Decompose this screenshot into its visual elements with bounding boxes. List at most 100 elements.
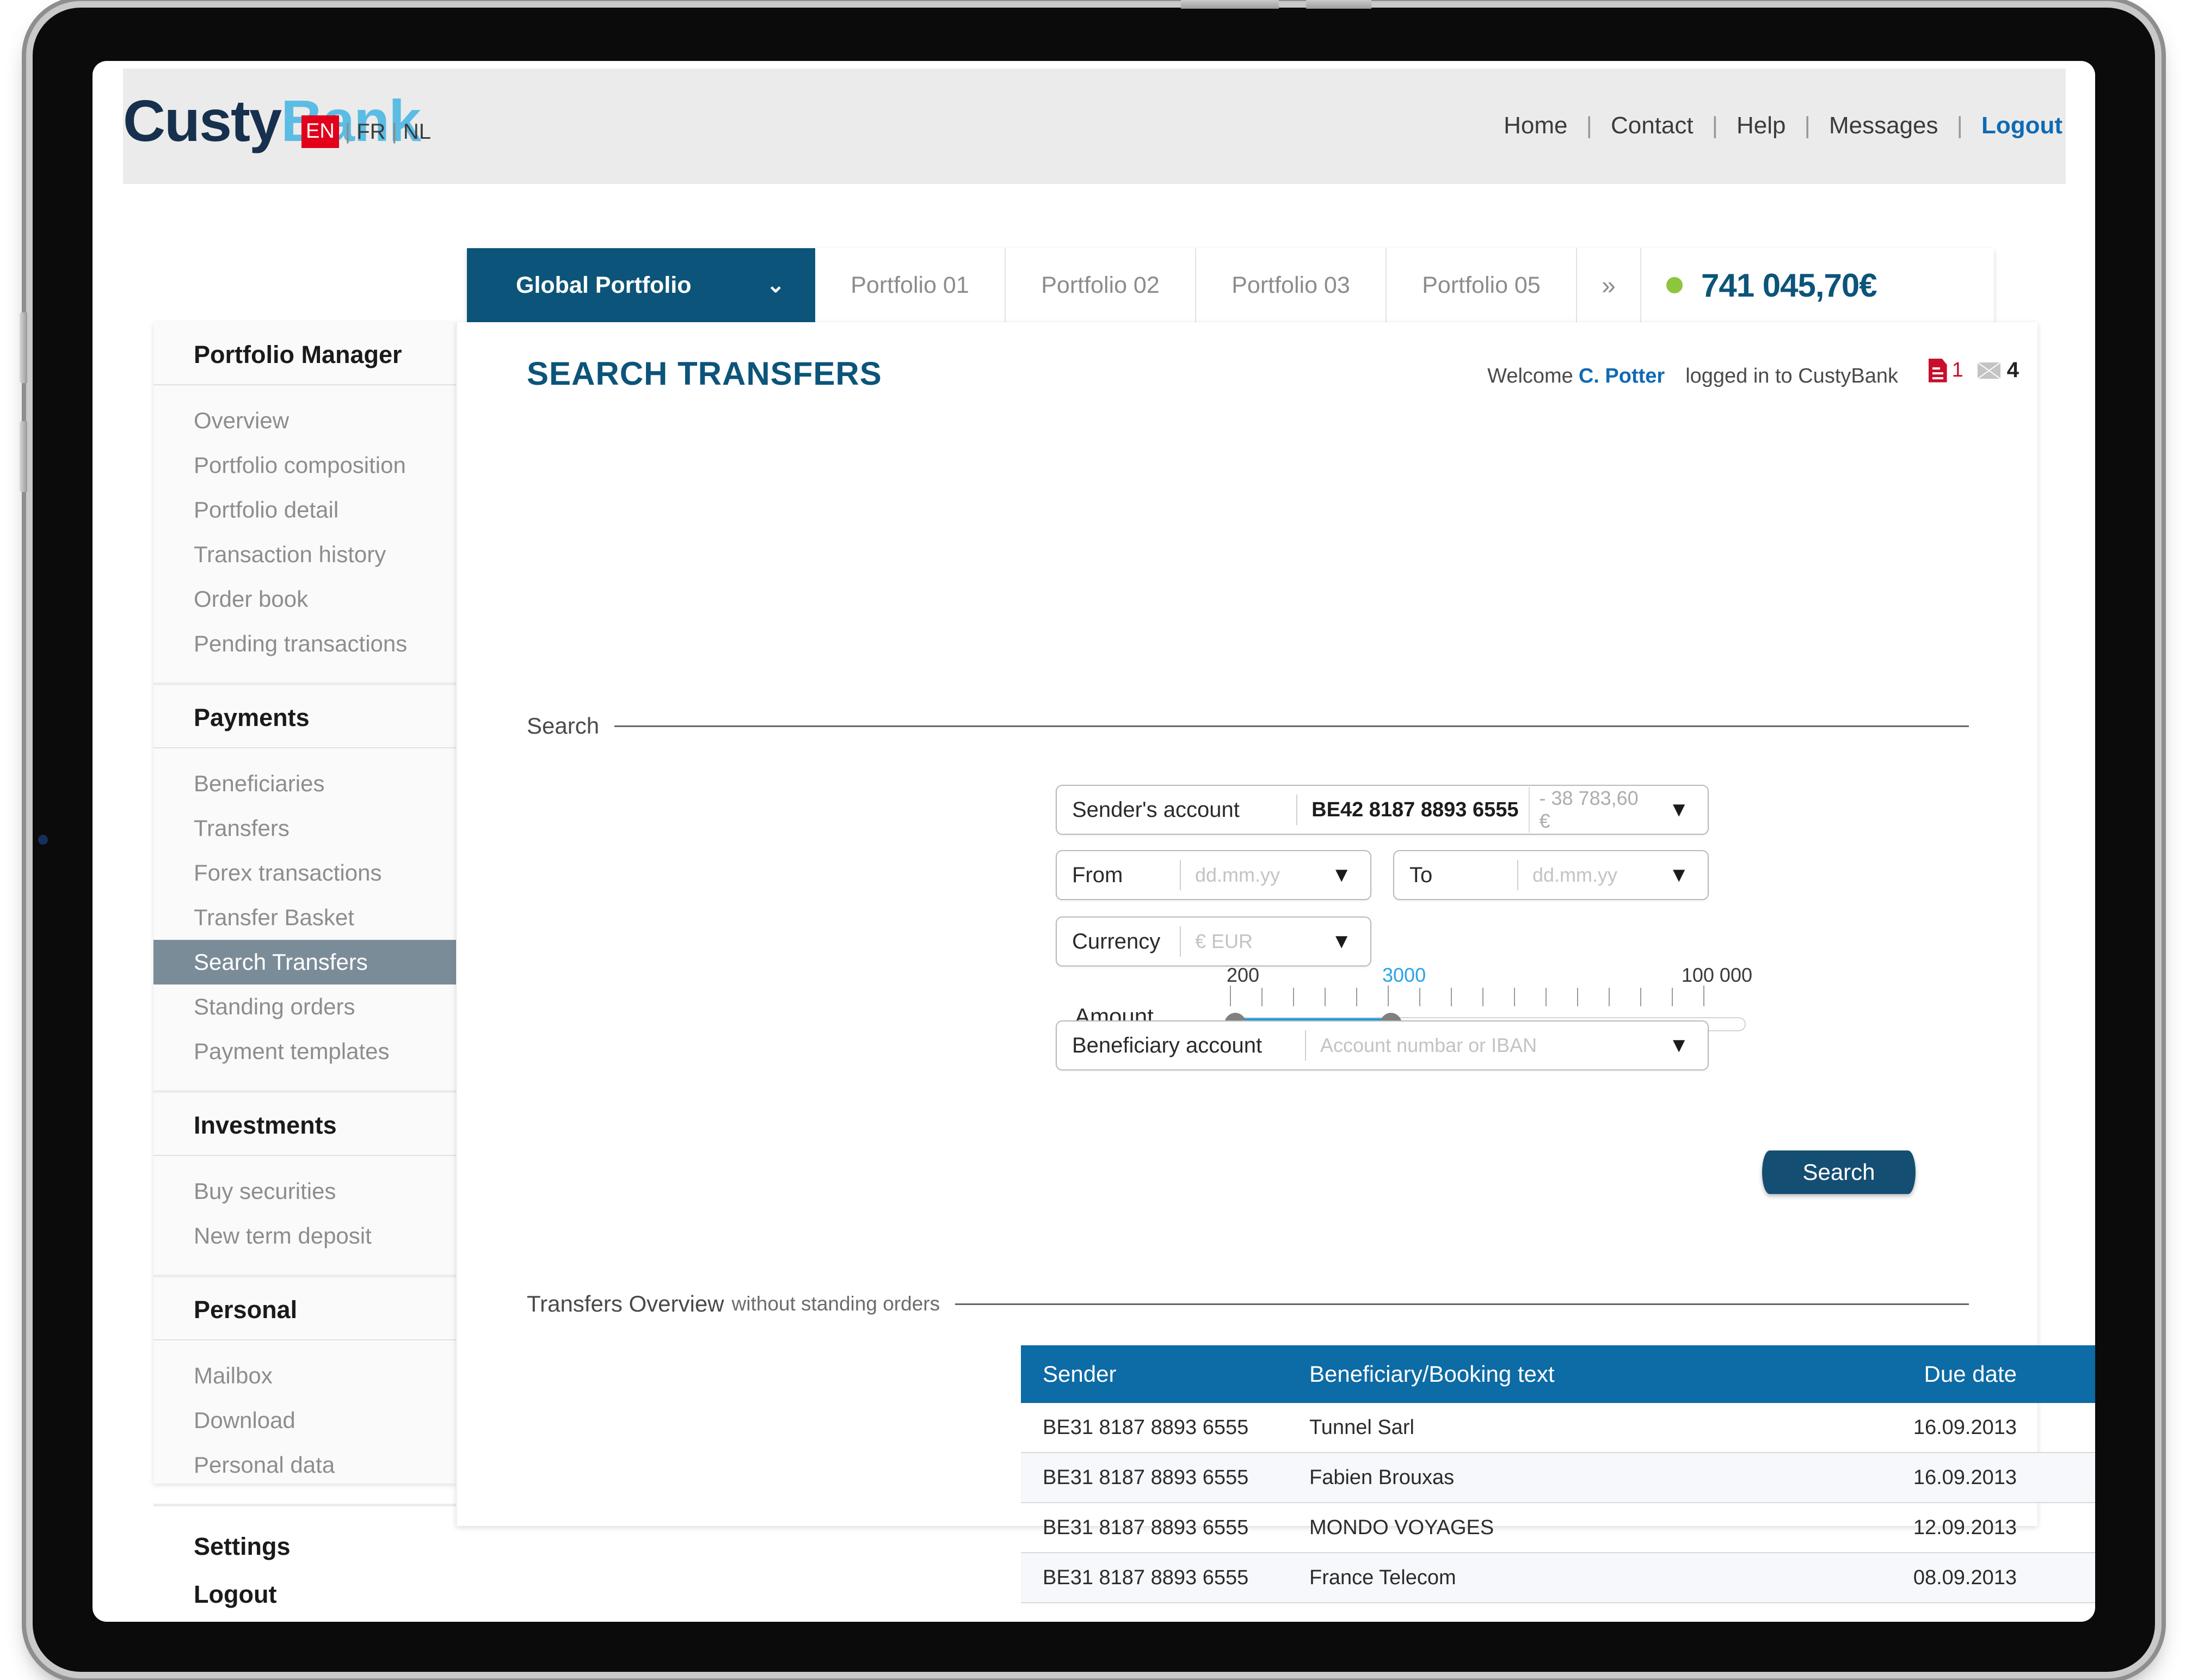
beneficiary-account-placeholder: Account numbar or IBAN — [1320, 1034, 1537, 1056]
column-header-beneficiary: Beneficiary/Booking text — [1309, 1361, 1555, 1387]
language-option-en[interactable]: EN — [301, 115, 339, 148]
welcome-username[interactable]: C. Potter — [1579, 365, 1665, 388]
senders-account-label: Sender's account — [1072, 797, 1240, 822]
column-header-amount: Amount — [2017, 1361, 2095, 1387]
sidebar-item-forex-transactions[interactable]: Forex transactions — [153, 851, 456, 895]
sidebar-item-settings[interactable]: Settings — [153, 1523, 456, 1571]
sidebar-item-personal-data[interactable]: Personal data — [153, 1443, 456, 1487]
sidebar-item-portfolio-detail[interactable]: Portfolio detail — [153, 488, 456, 532]
sidebar-heading-payments: Payments — [153, 685, 456, 748]
field-divider — [1180, 860, 1181, 890]
amount-current-label: 3000 — [1382, 964, 1426, 986]
tablet-device-frame: CustyBank EN | FR | NL Home | Contact | … — [20, 0, 2155, 1672]
cell-sender: BE31 8187 8893 6555 — [1043, 1466, 1249, 1489]
tab-global-portfolio[interactable]: Global Portfolio ⌄ — [467, 248, 815, 322]
table-row[interactable]: BE31 8187 8893 6555 Tunnel Sarl 16.09.20… — [1021, 1403, 2095, 1453]
table-header-row: Sender Beneficiary/Booking text Due date… — [1021, 1345, 2095, 1403]
page-title: SEARCH TRANSFERS — [527, 355, 882, 392]
nav-separator-3: | — [1804, 112, 1811, 139]
sidebar-item-download[interactable]: Download — [153, 1398, 456, 1443]
search-section-header: Search — [527, 713, 1969, 739]
language-option-fr[interactable]: FR — [356, 120, 385, 144]
language-separator-1: | — [344, 119, 351, 144]
senders-account-select[interactable]: Sender's account BE42 8187 8893 6555 - 3… — [1056, 785, 1709, 835]
field-divider — [1180, 926, 1181, 957]
column-header-due-date: Due date — [1924, 1361, 2017, 1387]
chevron-down-icon[interactable]: ▼ — [1650, 864, 1708, 887]
sidebar-group-portfolio-manager: Portfolio Manager Overview Portfolio com… — [153, 322, 456, 685]
chevron-down-icon[interactable]: ▼ — [1650, 798, 1708, 822]
currency-label: Currency — [1072, 929, 1161, 953]
transfers-table: Sender Beneficiary/Booking text Due date… — [1021, 1345, 2095, 1603]
nav-link-contact[interactable]: Contact — [1611, 112, 1694, 139]
cell-sender: BE31 8187 8893 6555 — [1043, 1516, 1249, 1539]
nav-link-help[interactable]: Help — [1737, 112, 1786, 139]
tab-portfolio-05[interactable]: Portfolio 05 — [1387, 248, 1577, 322]
cell-beneficiary: Tunnel Sarl — [1309, 1416, 1414, 1439]
nav-separator-4: | — [1956, 112, 1963, 139]
currency-select[interactable]: Currency € EUR ▼ — [1056, 916, 1371, 967]
sidebar-item-pending-transactions[interactable]: Pending transactions — [153, 621, 456, 666]
search-button[interactable]: Search — [1762, 1150, 1916, 1194]
currency-placeholder: € EUR — [1195, 930, 1253, 952]
sidebar-item-logout[interactable]: Logout — [153, 1571, 456, 1619]
language-option-nl[interactable]: NL — [403, 120, 431, 144]
table-row[interactable]: BE31 8187 8893 6555 MONDO VOYAGES 12.09.… — [1021, 1503, 2095, 1553]
search-section-title: Search — [527, 713, 600, 739]
beneficiary-account-input[interactable]: Beneficiary account Account numbar or IB… — [1056, 1020, 1709, 1070]
slider-tick-marks — [1229, 986, 1746, 1006]
cell-amount: 216,00 € — [2017, 1416, 2095, 1439]
date-from-select[interactable]: From dd.mm.yy ▼ — [1056, 850, 1371, 900]
message-count: 4 — [2006, 358, 2019, 382]
transfers-overview-rule — [955, 1303, 1969, 1305]
sidebar-item-transfers[interactable]: Transfers — [153, 806, 456, 851]
table-row[interactable]: BE31 8187 8893 6555 France Telecom 08.09… — [1021, 1553, 2095, 1603]
sidebar-item-new-term-deposit[interactable]: New term deposit — [153, 1214, 456, 1258]
chevron-down-icon: ⌄ — [766, 273, 785, 297]
cell-beneficiary: Fabien Brouxas — [1309, 1466, 1455, 1489]
sidebar-item-standing-orders[interactable]: Standing orders — [153, 984, 456, 1029]
chevron-down-icon[interactable]: ▼ — [1650, 1034, 1708, 1057]
sidebar-item-mailbox[interactable]: Mailbox — [153, 1353, 456, 1398]
sidebar-item-buy-securities[interactable]: Buy securities — [153, 1169, 456, 1214]
total-balance: 741 045,70€ — [1641, 248, 1994, 322]
device-volume-button-up — [20, 312, 27, 383]
document-icon[interactable] — [1928, 358, 1947, 383]
sidebar-item-portfolio-composition[interactable]: Portfolio composition — [153, 443, 456, 488]
table-row[interactable]: BE31 8187 8893 6555 Fabien Brouxas 16.09… — [1021, 1453, 2095, 1503]
sidebar-item-beneficiaries[interactable]: Beneficiaries — [153, 761, 456, 806]
nav-link-home[interactable]: Home — [1504, 112, 1567, 139]
tab-portfolio-01[interactable]: Portfolio 01 — [815, 248, 1006, 322]
field-divider — [1517, 860, 1518, 890]
cell-beneficiary: France Telecom — [1309, 1566, 1456, 1589]
sidebar-item-payment-templates[interactable]: Payment templates — [153, 1029, 456, 1074]
envelope-icon[interactable] — [1977, 362, 2000, 379]
tab-portfolio-03[interactable]: Portfolio 03 — [1196, 248, 1387, 322]
cell-due-date: 08.09.2013 — [1913, 1566, 2017, 1589]
main-content-panel: SEARCH TRANSFERS Welcome C. Potter logge… — [456, 322, 2095, 1603]
cell-due-date: 16.09.2013 — [1913, 1466, 2017, 1489]
date-to-select[interactable]: To dd.mm.yy ▼ — [1393, 850, 1709, 900]
field-divider — [1305, 1030, 1306, 1061]
sidebar-item-transfer-basket[interactable]: Transfer Basket — [153, 895, 456, 940]
nav-link-messages[interactable]: Messages — [1829, 112, 1938, 139]
device-top-button-right — [1306, 0, 1371, 9]
sidebar-item-transaction-history[interactable]: Transaction history — [153, 532, 456, 577]
field-divider — [1296, 795, 1298, 825]
language-separator-2: | — [391, 119, 397, 144]
sidebar-item-overview[interactable]: Overview — [153, 398, 456, 443]
cell-sender: BE31 8187 8893 6555 — [1043, 1416, 1249, 1439]
nav-link-logout[interactable]: Logout — [1981, 112, 2062, 139]
banking-app: CustyBank EN | FR | NL Home | Contact | … — [123, 69, 2095, 1609]
cell-amount: 2 500,00 € — [2017, 1516, 2095, 1540]
notification-indicators: 1 4 — [1928, 358, 2019, 383]
tablet-screen: CustyBank EN | FR | NL Home | Contact | … — [93, 61, 2095, 1622]
sidebar-heading-personal: Personal — [153, 1277, 456, 1340]
sidebar-item-search-transfers[interactable]: Search Transfers — [153, 940, 482, 991]
chevron-down-icon[interactable]: ▼ — [1313, 864, 1370, 887]
tab-portfolio-02[interactable]: Portfolio 02 — [1006, 248, 1196, 322]
status-dot-icon — [1666, 277, 1683, 293]
chevron-down-icon[interactable]: ▼ — [1313, 930, 1370, 953]
sidebar-item-order-book[interactable]: Order book — [153, 577, 456, 621]
tabs-more-icon[interactable]: » — [1577, 248, 1641, 322]
